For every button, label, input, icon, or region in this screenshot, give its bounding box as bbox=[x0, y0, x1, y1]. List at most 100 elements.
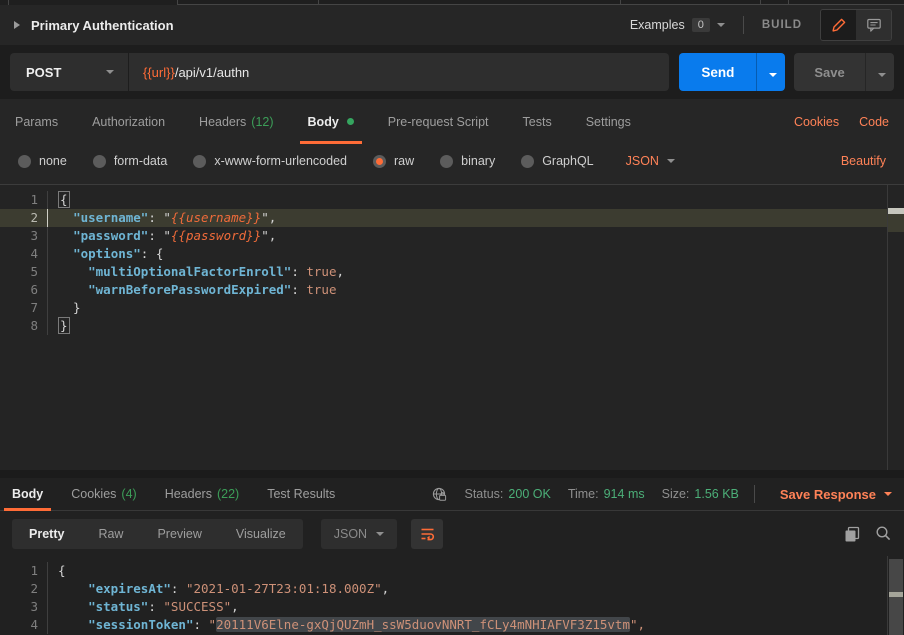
wrap-lines-button[interactable] bbox=[411, 519, 443, 549]
code-line[interactable]: 6 "warnBeforePasswordExpired": true bbox=[0, 281, 904, 299]
tab-body[interactable]: Body bbox=[308, 99, 354, 144]
scrollbar-thumb[interactable] bbox=[889, 559, 903, 635]
code-line[interactable]: 7 } bbox=[0, 299, 904, 317]
code-line[interactable]: 2 "expiresAt": "2021-01-27T23:01:18.000Z… bbox=[0, 580, 904, 598]
body-mode-form-data[interactable]: form-data bbox=[93, 154, 168, 168]
tab-params[interactable]: Params bbox=[15, 99, 58, 144]
response-tab-headers[interactable]: Headers(22) bbox=[165, 478, 239, 511]
code-link[interactable]: Code bbox=[859, 115, 889, 129]
tab-label: Pre-request Script bbox=[388, 115, 489, 129]
request-title: Primary Authentication bbox=[31, 18, 174, 33]
tab-strip-divider bbox=[760, 0, 761, 5]
tab-authorization[interactable]: Authorization bbox=[92, 99, 165, 144]
network-lock-icon bbox=[431, 486, 448, 503]
comment-icon bbox=[866, 17, 882, 33]
response-tab-test-results[interactable]: Test Results bbox=[267, 478, 335, 511]
save-response-button[interactable]: Save Response bbox=[780, 487, 892, 502]
editor-annotation-column[interactable] bbox=[887, 185, 904, 470]
tab-settings[interactable]: Settings bbox=[586, 99, 631, 144]
body-mode-none[interactable]: none bbox=[18, 154, 67, 168]
body-mode-x-www-form-urlencoded[interactable]: x-www-form-urlencoded bbox=[193, 154, 347, 168]
body-mode-binary[interactable]: binary bbox=[440, 154, 495, 168]
status-value: 200 OK bbox=[508, 487, 550, 501]
code-text: "warnBeforePasswordExpired": true bbox=[48, 281, 336, 299]
radio-label: x-www-form-urlencoded bbox=[214, 154, 347, 168]
response-body-editor[interactable]: 1{2 "expiresAt": "2021-01-27T23:01:18.00… bbox=[0, 556, 904, 635]
response-view-switcher: Pretty Raw Preview Visualize bbox=[12, 519, 303, 549]
request-body-editor[interactable]: 1{2 "username": "{{username}}",3 "passwo… bbox=[0, 184, 904, 470]
response-tab-body[interactable]: Body bbox=[12, 478, 43, 511]
request-header: Primary Authentication Examples 0 BUILD bbox=[0, 5, 904, 45]
save-options-button[interactable] bbox=[865, 53, 894, 91]
request-body-editor-lines: 1{2 "username": "{{username}}",3 "passwo… bbox=[0, 185, 904, 335]
view-tab-raw[interactable]: Raw bbox=[81, 519, 140, 549]
response-tabs: Body Cookies(4) Headers(22) Test Results… bbox=[0, 478, 904, 511]
mode-toggle-group bbox=[820, 9, 892, 41]
content-type-label: JSON bbox=[626, 154, 659, 168]
send-split-button: Send bbox=[679, 53, 785, 91]
url-variable: {{url}} bbox=[143, 65, 175, 80]
code-text: "username": "{{username}}", bbox=[48, 209, 276, 227]
examples-label: Examples bbox=[630, 18, 685, 32]
chevron-down-icon bbox=[878, 73, 886, 77]
comments-button[interactable] bbox=[856, 10, 891, 40]
body-mode-raw[interactable]: raw bbox=[373, 154, 414, 168]
window-tab-strip bbox=[0, 0, 904, 5]
response-headers-count: (22) bbox=[217, 487, 239, 501]
response-tab-cookies[interactable]: Cookies(4) bbox=[71, 478, 136, 511]
save-response-label: Save Response bbox=[780, 487, 876, 502]
tab-pre-request-script[interactable]: Pre-request Script bbox=[388, 99, 489, 144]
tab-strip-divider bbox=[8, 0, 9, 5]
response-scrollbar[interactable] bbox=[887, 556, 904, 635]
line-number: 1 bbox=[0, 562, 48, 580]
radio-icon bbox=[93, 155, 106, 168]
tab-label: Cookies bbox=[71, 487, 116, 501]
code-line[interactable]: 5 "multiOptionalFactorEnroll": true, bbox=[0, 263, 904, 281]
examples-dropdown[interactable]: Examples 0 bbox=[630, 18, 725, 32]
code-line[interactable]: 2 "username": "{{username}}", bbox=[0, 209, 904, 227]
code-line[interactable]: 1{ bbox=[0, 191, 904, 209]
code-text: { bbox=[48, 562, 66, 580]
code-line[interactable]: 3 "status": "SUCCESS", bbox=[0, 598, 904, 616]
search-response-button[interactable] bbox=[875, 525, 892, 542]
response-toolbar-right bbox=[843, 525, 892, 543]
send-button[interactable]: Send bbox=[679, 53, 756, 91]
url-input[interactable]: {{url}}/api/v1/authn bbox=[129, 65, 669, 80]
line-number: 4 bbox=[0, 616, 48, 634]
code-text: "multiOptionalFactorEnroll": true, bbox=[48, 263, 344, 281]
tab-label: Params bbox=[15, 115, 58, 129]
scrollbar-selection-mark bbox=[889, 592, 903, 597]
code-line[interactable]: 8} bbox=[0, 317, 904, 335]
active-line-marker bbox=[888, 214, 904, 232]
cookies-link[interactable]: Cookies bbox=[794, 115, 839, 129]
code-line[interactable]: 3 "password": "{{password}}", bbox=[0, 227, 904, 245]
body-mode-graphql[interactable]: GraphQL bbox=[521, 154, 593, 168]
tab-tests[interactable]: Tests bbox=[523, 99, 552, 144]
beautify-link[interactable]: Beautify bbox=[841, 154, 886, 168]
copy-response-button[interactable] bbox=[843, 525, 861, 543]
pencil-icon bbox=[831, 17, 847, 33]
code-line[interactable]: 4 "sessionToken": "20111V6Elne-gxQjQUZmH… bbox=[0, 616, 904, 634]
tab-headers[interactable]: Headers(12) bbox=[199, 99, 273, 144]
response-format-selector[interactable]: JSON bbox=[321, 519, 397, 549]
response-format-label: JSON bbox=[334, 527, 367, 541]
tab-label: Headers bbox=[199, 115, 246, 129]
view-tab-visualize[interactable]: Visualize bbox=[219, 519, 303, 549]
response-body-editor-lines: 1{2 "expiresAt": "2021-01-27T23:01:18.00… bbox=[0, 556, 904, 634]
radio-label: form-data bbox=[114, 154, 168, 168]
send-options-button[interactable] bbox=[756, 53, 785, 91]
save-button[interactable]: Save bbox=[794, 53, 864, 91]
view-tab-pretty[interactable]: Pretty bbox=[12, 519, 81, 549]
radio-selected-icon bbox=[373, 155, 386, 168]
collapse-caret-icon[interactable] bbox=[14, 21, 20, 29]
view-tab-preview[interactable]: Preview bbox=[140, 519, 218, 549]
size-value: 1.56 KB bbox=[694, 487, 738, 501]
code-line[interactable]: 4 "options": { bbox=[0, 245, 904, 263]
code-text: } bbox=[48, 299, 81, 317]
edit-mode-button[interactable] bbox=[821, 10, 856, 40]
postman-window: Primary Authentication Examples 0 BUILD bbox=[0, 0, 904, 635]
code-line[interactable]: 1{ bbox=[0, 562, 904, 580]
content-type-selector[interactable]: JSON bbox=[626, 154, 675, 168]
line-number: 3 bbox=[0, 598, 48, 616]
method-selector[interactable]: POST bbox=[10, 65, 128, 80]
